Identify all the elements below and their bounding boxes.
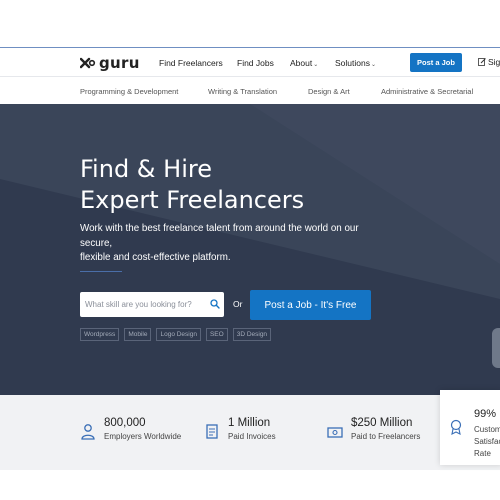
hero-divider [80,271,122,272]
stats-strip: 800,000 Employers Worldwide 1 Million Pa… [0,390,500,470]
hero-side-element [492,328,500,368]
guru-logo-icon [80,57,96,69]
hero-title: Find & Hire Expert Freelancers [80,154,304,216]
main-navbar: guru Find Freelancers Find Jobs About⌄ S… [0,49,500,77]
stat-value: 1 Million [228,417,271,429]
tag-seo[interactable]: SEO [205,328,228,341]
nav-find-freelancers[interactable]: Find Freelancers [159,58,223,68]
stat-employers: 800,000 Employers Worldwide [80,417,181,441]
stat-label: Paid to Freelancers [351,432,421,441]
stat-label: Customer Satisfaction Rate [474,425,500,458]
hero-title-line1: Find & Hire [80,155,212,183]
category-bar: Programming & Development Writing & Tran… [0,78,500,104]
nav-solutions[interactable]: Solutions⌄ [335,58,376,68]
edit-icon [478,58,486,66]
category-administrative[interactable]: Administrative & Secretarial [381,87,473,96]
stat-value: 800,000 [104,417,146,429]
tag-logo-design[interactable]: Logo Design [156,328,201,341]
guru-logo[interactable]: guru [80,54,140,72]
chevron-down-icon: ⌄ [370,62,376,68]
hero-section: Find & Hire Expert Freelancers Work with… [0,104,500,395]
search-placeholder: What skill are you looking for? [85,300,192,309]
search-icon[interactable] [210,299,220,309]
invoice-icon [206,424,218,439]
nav-solutions-label: Solutions [335,58,370,68]
tag-3d-design[interactable]: 3D Design [232,328,272,341]
nav-about-label: About [290,58,313,68]
tag-mobile[interactable]: Mobile [124,328,152,341]
stat-paid: $250 Million Paid to Freelancers [327,417,420,441]
category-programming[interactable]: Programming & Development [80,87,178,96]
hero-subtitle: Work with the best freelance talent from… [80,222,370,266]
skill-search-input[interactable]: What skill are you looking for? [80,292,224,317]
award-icon [450,419,462,435]
stat-value: $250 Million [351,417,413,429]
stat-value: 99% [474,408,497,420]
hero-title-line2: Expert Freelancers [80,186,305,214]
post-job-free-button[interactable]: Post a Job - It's Free [250,290,371,320]
or-label: Or [233,299,243,309]
hero-subtitle-line2: flexible and cost-effective platform. [80,252,231,263]
hero-subtitle-line1: Work with the best freelance talent from… [80,223,359,249]
nav-about[interactable]: About⌄ [290,58,318,68]
user-icon [81,424,95,440]
chevron-down-icon: ⌄ [313,62,319,68]
category-design[interactable]: Design & Art [308,87,350,96]
sign-in-label: Sign In [488,57,500,67]
stat-label: Employers Worldwide [104,432,182,441]
blank-top-area [0,0,500,48]
post-a-job-button[interactable]: Post a Job [410,53,462,72]
popular-skill-tags: Wordpress Mobile Logo Design SEO 3D Desi… [80,328,272,341]
nav-find-jobs[interactable]: Find Jobs [237,58,274,68]
stat-invoices: 1 Million Paid Invoices [204,417,276,441]
stat-card-satisfaction: 99% Customer Satisfaction Rate [440,390,500,465]
category-writing[interactable]: Writing & Translation [208,87,277,96]
stat-label: Paid Invoices [228,432,276,441]
sign-in-link[interactable]: Sign In [478,57,500,67]
logo-wordmark: guru [99,54,140,72]
tag-wordpress[interactable]: Wordpress [80,328,120,341]
money-icon [327,427,343,438]
